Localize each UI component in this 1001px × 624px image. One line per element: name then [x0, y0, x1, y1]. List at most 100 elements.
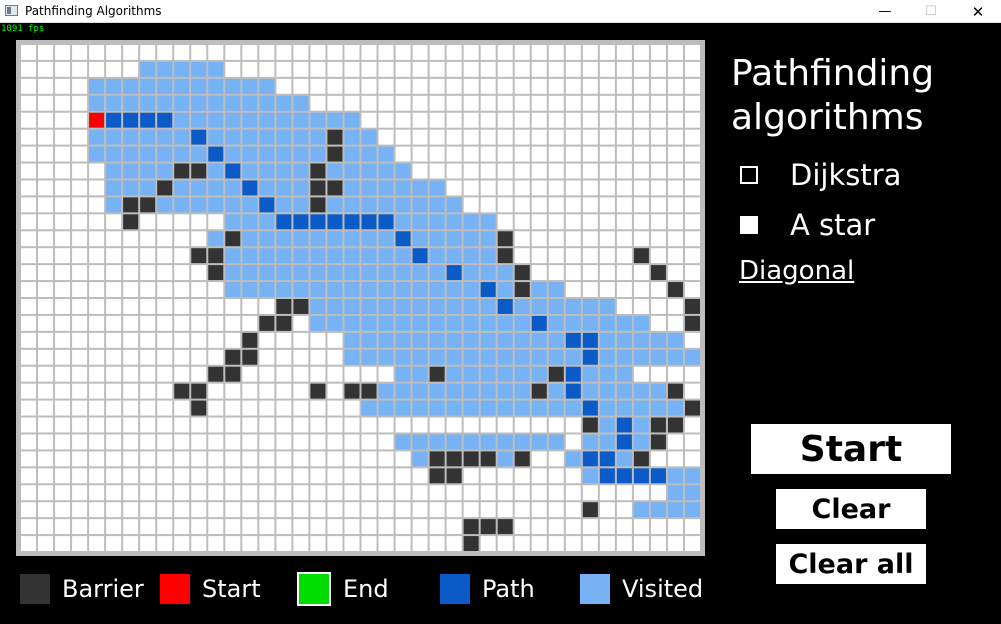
grid-cell-visited[interactable] — [378, 248, 394, 264]
grid-cell-empty[interactable] — [599, 282, 615, 297]
grid-cell-path[interactable] — [123, 112, 139, 128]
grid-cell-empty[interactable] — [225, 519, 241, 535]
grid-cell-empty[interactable] — [650, 78, 666, 94]
grid-cell-empty[interactable] — [225, 61, 241, 77]
grid-cell-empty[interactable] — [89, 299, 105, 314]
close-button[interactable]: ✕ — [955, 0, 1001, 23]
grid-cell-empty[interactable] — [531, 95, 547, 111]
grid-cell-visited[interactable] — [599, 349, 615, 365]
grid-cell-empty[interactable] — [412, 502, 428, 518]
grid-cell-empty[interactable] — [157, 502, 173, 518]
grid-cell-barrier[interactable] — [259, 315, 275, 331]
grid-cell-empty[interactable] — [327, 383, 343, 399]
grid-cell-empty[interactable] — [429, 45, 445, 60]
grid-cell-empty[interactable] — [89, 163, 105, 179]
grid-cell-empty[interactable] — [225, 315, 241, 331]
grid-cell-empty[interactable] — [310, 95, 326, 111]
grid-cell-empty[interactable] — [38, 282, 54, 297]
grid-cell-visited[interactable] — [344, 349, 360, 365]
grid-cell-empty[interactable] — [174, 400, 190, 416]
grid-cell-visited[interactable] — [344, 248, 360, 264]
grid-cell-empty[interactable] — [72, 349, 88, 365]
grid-cell-visited[interactable] — [276, 248, 292, 264]
grid-cell-visited[interactable] — [599, 400, 615, 416]
grid-cell-empty[interactable] — [38, 417, 54, 433]
grid-cell-empty[interactable] — [633, 95, 649, 111]
grid-cell-empty[interactable] — [21, 265, 37, 281]
grid-cell-visited[interactable] — [412, 315, 428, 331]
grid-cell-empty[interactable] — [89, 282, 105, 297]
grid-cell-visited[interactable] — [259, 78, 275, 94]
grid-cell-empty[interactable] — [225, 468, 241, 484]
grid-cell-empty[interactable] — [259, 383, 275, 399]
grid-cell-empty[interactable] — [242, 417, 258, 433]
grid-cell-empty[interactable] — [123, 502, 139, 518]
grid-cell-visited[interactable] — [599, 299, 615, 314]
grid-cell-empty[interactable] — [565, 434, 581, 450]
grid-cell-empty[interactable] — [582, 282, 598, 297]
grid-cell-empty[interactable] — [21, 349, 37, 365]
grid-cell-visited[interactable] — [633, 434, 649, 450]
grid-cell-empty[interactable] — [106, 315, 122, 331]
grid-cell-barrier[interactable] — [582, 417, 598, 433]
grid-cell-empty[interactable] — [684, 248, 700, 264]
grid-cell-visited[interactable] — [531, 282, 547, 297]
grid-cell-visited[interactable] — [191, 61, 207, 77]
grid-cell-empty[interactable] — [106, 332, 122, 348]
grid-cell-barrier[interactable] — [480, 519, 496, 535]
grid-cell-empty[interactable] — [395, 519, 411, 535]
grid-cell-visited[interactable] — [378, 163, 394, 179]
grid-cell-barrier[interactable] — [514, 265, 530, 281]
grid-cell-empty[interactable] — [242, 45, 258, 60]
grid-cell-empty[interactable] — [327, 366, 343, 382]
grid-cell-empty[interactable] — [140, 231, 156, 247]
grid-cell-empty[interactable] — [123, 383, 139, 399]
grid-cell-empty[interactable] — [599, 248, 615, 264]
grid-cell-barrier[interactable] — [684, 315, 700, 331]
grid-cell-visited[interactable] — [531, 366, 547, 382]
grid-cell-empty[interactable] — [395, 536, 411, 551]
grid-cell-empty[interactable] — [21, 332, 37, 348]
grid-cell-empty[interactable] — [276, 536, 292, 551]
grid-cell-visited[interactable] — [633, 417, 649, 433]
grid-cell-visited[interactable] — [174, 129, 190, 145]
grid-cell-empty[interactable] — [514, 231, 530, 247]
grid-cell-empty[interactable] — [123, 417, 139, 433]
grid-cell-visited[interactable] — [599, 417, 615, 433]
grid-cell-visited[interactable] — [259, 146, 275, 162]
grid-cell-empty[interactable] — [582, 248, 598, 264]
grid-cell-visited[interactable] — [361, 248, 377, 264]
grid-cell-empty[interactable] — [429, 163, 445, 179]
grid-cell-empty[interactable] — [514, 112, 530, 128]
grid-cell-visited[interactable] — [395, 197, 411, 213]
grid-cell-empty[interactable] — [531, 180, 547, 196]
grid-cell-empty[interactable] — [395, 78, 411, 94]
grid-cell-empty[interactable] — [38, 299, 54, 314]
grid-cell-empty[interactable] — [480, 78, 496, 94]
grid-cell-visited[interactable] — [344, 315, 360, 331]
grid-cell-empty[interactable] — [208, 468, 224, 484]
grid-cell-empty[interactable] — [667, 434, 683, 450]
grid-cell-empty[interactable] — [140, 502, 156, 518]
grid-cell-visited[interactable] — [293, 231, 309, 247]
grid-cell-path[interactable] — [497, 299, 513, 314]
grid-cell-visited[interactable] — [225, 180, 241, 196]
dijkstra-checkbox[interactable] — [740, 166, 758, 184]
grid-cell-empty[interactable] — [344, 536, 360, 551]
grid-cell-empty[interactable] — [548, 231, 564, 247]
grid-cell-barrier[interactable] — [667, 417, 683, 433]
grid-cell-path[interactable] — [344, 214, 360, 230]
grid-cell-visited[interactable] — [157, 197, 173, 213]
grid-cell-visited[interactable] — [225, 146, 241, 162]
grid-cell-empty[interactable] — [395, 129, 411, 145]
grid-cell-visited[interactable] — [276, 163, 292, 179]
grid-cell-path[interactable] — [361, 214, 377, 230]
grid-cell-empty[interactable] — [72, 163, 88, 179]
grid-cell-empty[interactable] — [565, 265, 581, 281]
grid-cell-path[interactable] — [565, 383, 581, 399]
grid-cell-empty[interactable] — [21, 180, 37, 196]
grid-cell-empty[interactable] — [208, 400, 224, 416]
grid-cell-empty[interactable] — [89, 248, 105, 264]
grid-cell-empty[interactable] — [650, 95, 666, 111]
grid-cell-empty[interactable] — [684, 214, 700, 230]
